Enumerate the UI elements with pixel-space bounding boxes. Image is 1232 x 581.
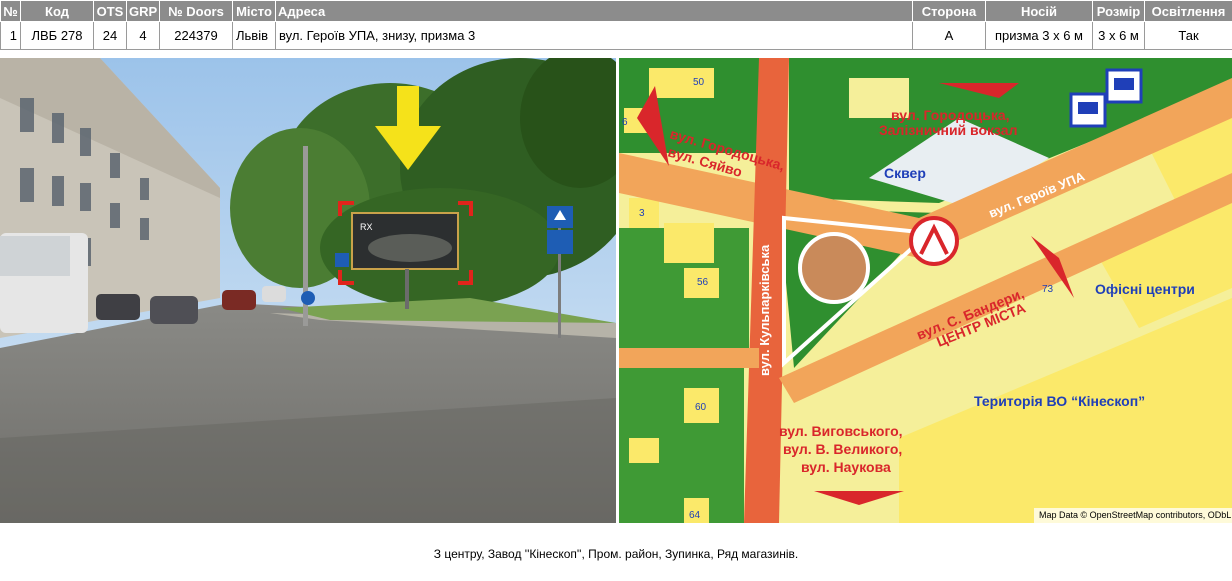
cell-doors: 224379 (159, 21, 233, 50)
house-number: 60 (695, 402, 707, 413)
house-number: 56 (697, 277, 709, 288)
header-lighting: Освітлення (1144, 0, 1232, 22)
location-description: З центру, Завод ''Кінескоп'', Пром. райо… (433, 547, 799, 561)
cell-num: 1 (0, 21, 21, 50)
house-number: 64 (689, 510, 701, 521)
area-label: Сквер (884, 165, 926, 181)
table-row: 1 ЛВБ 278 24 4 224379 Львів вул. Героїв … (0, 21, 1232, 50)
header-carrier: Носій (985, 0, 1093, 22)
table-header-row: № Код OTS GRP № Doors Місто Адреса Сторо… (0, 0, 1232, 22)
cell-carrier: призма 3 х 6 м (985, 21, 1093, 50)
area-label: Територія ВО “Кінескоп” (974, 393, 1145, 409)
header-grp: GRP (126, 0, 160, 22)
header-code: Код (20, 0, 94, 22)
header-side: Сторона (912, 0, 986, 22)
cell-side: А (912, 21, 986, 50)
location-map: 50 6 3 56 73 60 64 вул. Городоцька, вул.… (619, 58, 1232, 523)
header-size: Розмір (1092, 0, 1145, 22)
house-number: 6 (622, 117, 628, 128)
header-address: Адреса (275, 0, 913, 22)
house-number: 73 (1042, 284, 1054, 295)
cell-city: Львів (232, 21, 276, 50)
street-label: вул. В. Великого, (783, 441, 902, 457)
house-number: 3 (639, 208, 645, 219)
street-label: вул. Кульпарківська (757, 244, 772, 376)
info-table: № Код OTS GRP № Doors Місто Адреса Сторо… (0, 0, 1232, 50)
cell-address: вул. Героїв УПА, знизу, призма 3 (275, 21, 913, 50)
header-ots: OTS (93, 0, 127, 22)
cell-size: 3 х 6 м (1092, 21, 1145, 50)
street-label: вул. Виговського, (779, 423, 903, 439)
billboard-text: RX (360, 222, 373, 232)
area-label: Офісні центри (1095, 281, 1195, 297)
street-label: Залізничний вокзал (879, 122, 1017, 138)
header-doors: № Doors (159, 0, 233, 22)
map-attribution: Map Data © OpenStreetMap contributors, O… (1039, 510, 1231, 520)
header-city: Місто (232, 0, 276, 22)
cell-code: ЛВБ 278 (20, 21, 94, 50)
street-photo: RX (0, 58, 616, 523)
cell-grp: 4 (126, 21, 160, 50)
street-label: вул. Городоцька, (891, 107, 1010, 123)
cell-lighting: Так (1144, 21, 1232, 50)
house-number: 50 (693, 77, 705, 88)
street-label: вул. Наукова (801, 459, 891, 475)
header-num: № (0, 0, 21, 22)
cell-ots: 24 (93, 21, 127, 50)
landmark-icon (909, 216, 959, 266)
